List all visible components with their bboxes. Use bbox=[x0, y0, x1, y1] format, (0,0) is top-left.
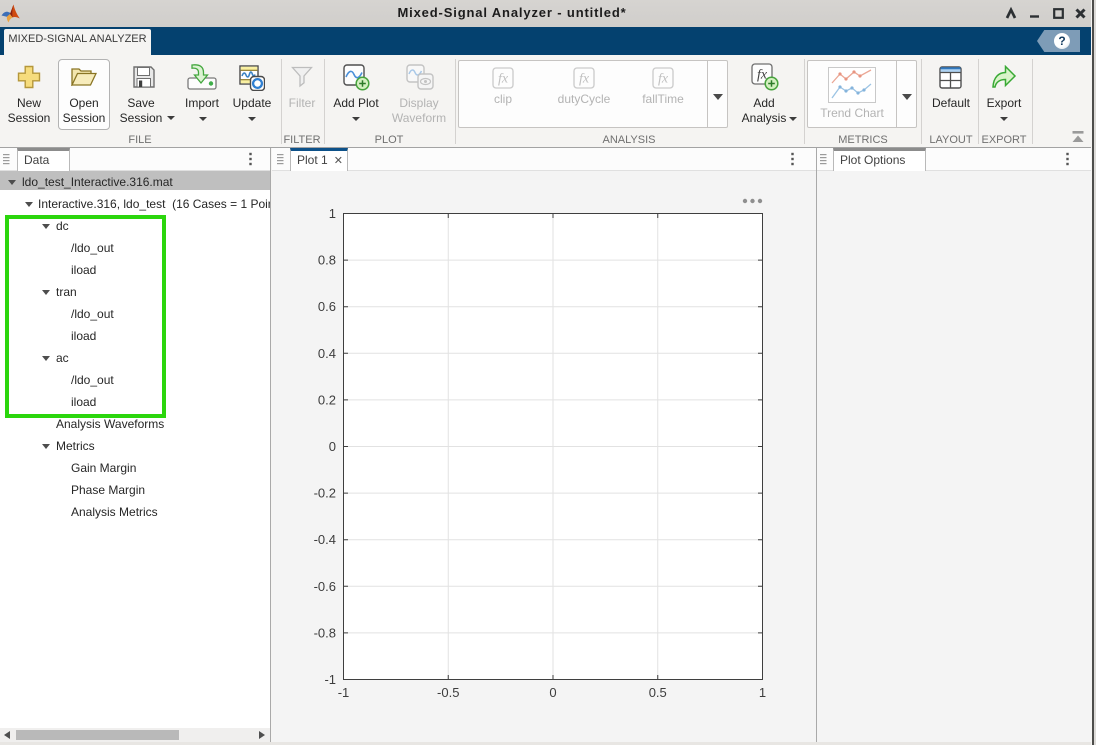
svg-text:0: 0 bbox=[329, 439, 336, 454]
svg-text:0.2: 0.2 bbox=[318, 392, 336, 407]
svg-text:0.6: 0.6 bbox=[318, 299, 336, 314]
svg-text:1: 1 bbox=[759, 685, 766, 700]
svg-text:-1: -1 bbox=[324, 672, 336, 687]
svg-text:fx: fx bbox=[498, 72, 509, 87]
svg-text:-0.8: -0.8 bbox=[314, 625, 336, 640]
svg-text:1: 1 bbox=[329, 206, 336, 221]
svg-text:0.8: 0.8 bbox=[318, 253, 336, 268]
svg-text:0.5: 0.5 bbox=[649, 685, 667, 700]
svg-text:0.4: 0.4 bbox=[318, 346, 336, 361]
svg-text:-0.2: -0.2 bbox=[314, 486, 336, 501]
svg-text:-0.5: -0.5 bbox=[437, 685, 459, 700]
svg-text:-0.6: -0.6 bbox=[314, 579, 336, 594]
svg-text:0: 0 bbox=[549, 685, 556, 700]
svg-text:fx: fx bbox=[658, 72, 669, 87]
svg-text:-1: -1 bbox=[338, 685, 350, 700]
svg-text:-0.4: -0.4 bbox=[314, 532, 336, 547]
svg-text:fx: fx bbox=[579, 72, 590, 87]
